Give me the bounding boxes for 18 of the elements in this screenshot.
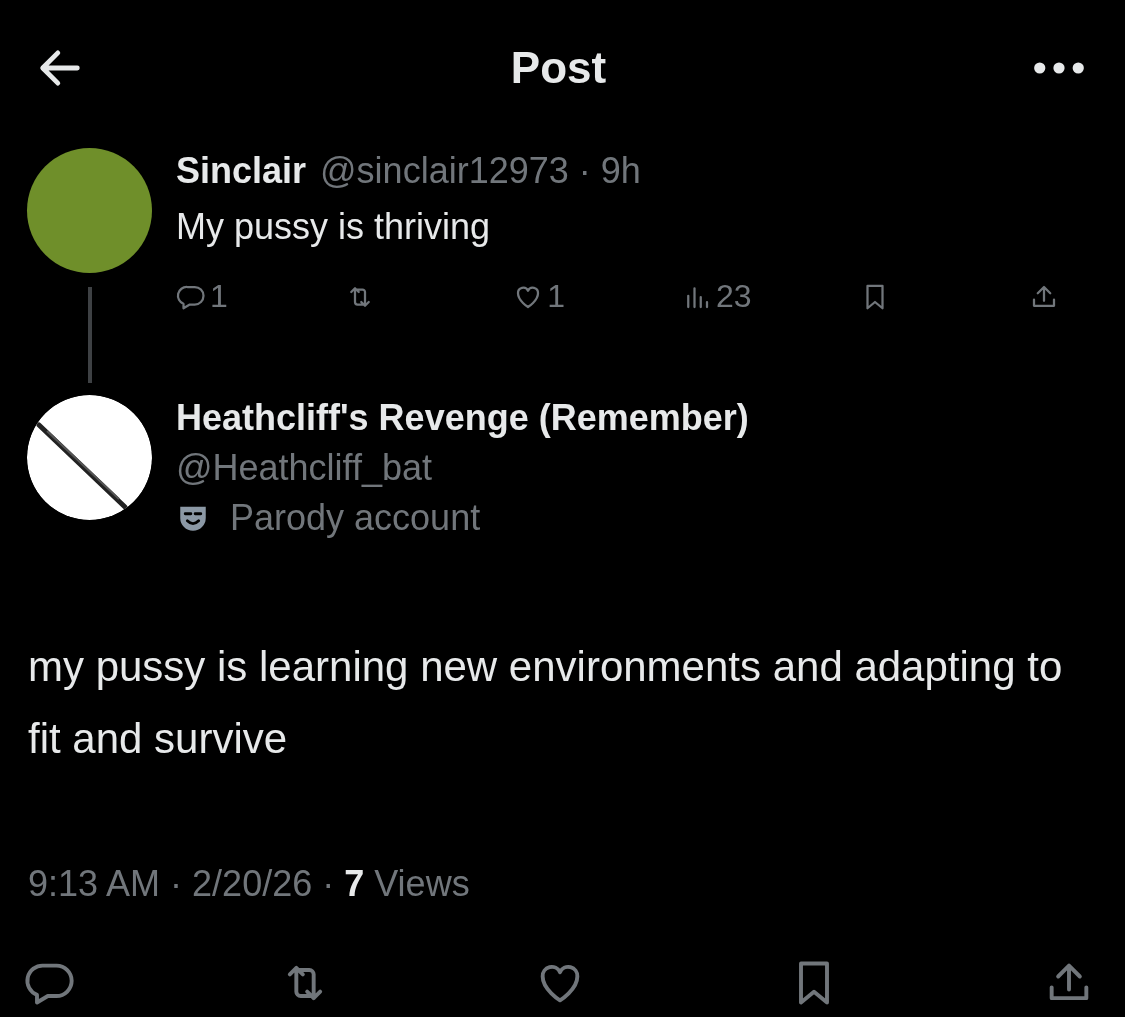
action-count: 1 <box>547 278 566 315</box>
post-meta: 2/20/26 <box>192 863 313 905</box>
author-name[interactable]: Sinclair <box>176 150 307 192</box>
post-meta: Views <box>374 863 470 905</box>
more-icon[interactable] <box>1031 61 1087 75</box>
author-handle[interactable]: @Heathcliff_bat <box>176 447 749 489</box>
action-count: 23 <box>716 278 752 315</box>
post-text: my pussy is learning new environments and adapting to fit and survive <box>27 642 1064 764</box>
post-meta: · <box>170 863 183 905</box>
post-text: My pussy is thriving <box>176 206 492 248</box>
post-meta: 9:13 AM <box>28 863 161 905</box>
handle-time: @sinclair12973 · 9h <box>320 150 641 192</box>
post-meta: 7 <box>344 863 365 905</box>
post-meta: · <box>322 863 335 905</box>
action-count: 1 <box>210 278 228 315</box>
author-name[interactable]: Heathcliff's Revenge (Remember) <box>176 397 749 439</box>
page-title: Post <box>510 43 607 93</box>
parody-label: Parody account <box>230 497 481 539</box>
